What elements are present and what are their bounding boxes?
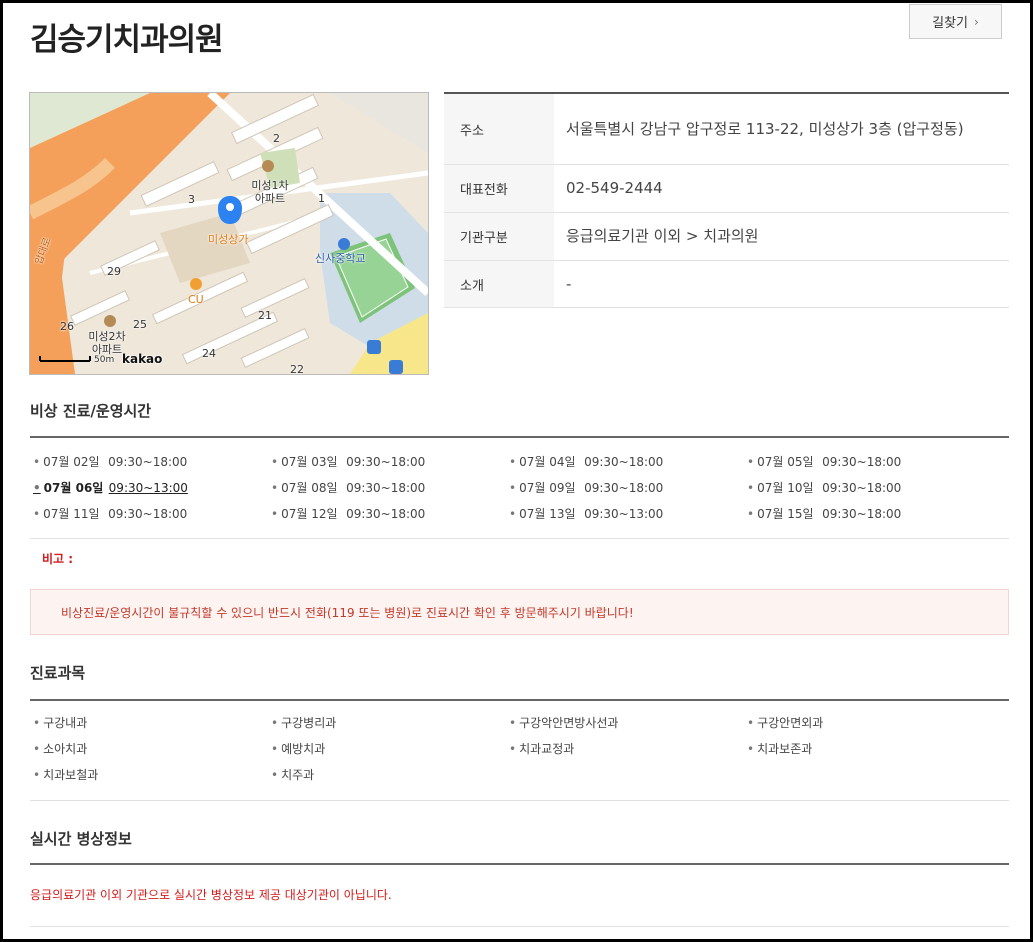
hours-item: • 07월 04일 09:30~18:00 (509, 455, 664, 469)
department-item: • 치주과 (271, 768, 315, 782)
departments-divider (30, 699, 1009, 701)
info-label: 소개 (444, 261, 554, 307)
info-label: 주소 (444, 94, 554, 164)
map-label-2: 2 (273, 132, 280, 145)
info-value-phone[interactable]: 02-549-2444 (554, 165, 1009, 212)
hours-item: • 07월 09일 09:30~18:00 (509, 481, 664, 495)
info-row-intro: 소개 - (444, 261, 1009, 308)
notice-text: 비상진료/운영시간이 불규칙할 수 있으니 반드시 전화(119 또는 병원)로… (61, 605, 634, 620)
info-value-type: 응급의료기관 이외 > 치과의원 (566, 227, 759, 245)
department-item: • 치과보철과 (33, 768, 99, 782)
departments-title: 진료과목 (30, 664, 86, 682)
map-brand: kakao (122, 352, 163, 366)
hours-item: • 07월 02일 09:30~18:00 (33, 455, 188, 469)
map-label-24: 24 (202, 347, 216, 360)
map-label-3: 3 (188, 193, 195, 206)
departments-end-divider (30, 800, 1009, 801)
department-item: • 구강안면외과 (747, 716, 824, 730)
map-label-22: 22 (290, 363, 304, 375)
info-row-phone: 대표전화 02-549-2444 (444, 165, 1009, 213)
hours-divider (30, 436, 1009, 438)
hours-item: • 07월 12일 09:30~18:00 (271, 507, 426, 521)
hours-item: • 07월 13일 09:30~13:00 (509, 507, 664, 521)
info-label: 기관구분 (444, 213, 554, 260)
info-row-type: 기관구분 응급의료기관 이외 > 치과의원 (444, 213, 1009, 261)
map-label-21: 21 (258, 309, 272, 322)
hours-item: • 07월 10일 09:30~18:00 (747, 481, 902, 495)
department-item: • 예방치과 (271, 742, 326, 756)
map-label-29: 29 (107, 265, 121, 278)
map-label-main: 미성상가 (208, 233, 249, 246)
department-item: • 소아치과 (33, 742, 88, 756)
hours-item: • 07월 08일 09:30~18:00 (271, 481, 426, 495)
beds-note: 응급의료기관 이외 기관으로 실시간 병상정보 제공 대상기관이 아닙니다. (30, 888, 392, 902)
beds-end-divider (30, 926, 1009, 927)
map-label-cu: CU (188, 293, 204, 306)
info-value-address: 서울특별시 강남구 압구정로 113-22, 미성상가 3층 (압구정동) (566, 119, 964, 138)
department-item: • 구강악안면방사선과 (509, 716, 619, 730)
remark-label: 비고 : (42, 552, 74, 566)
notice-box: 비상진료/운영시간이 불규칙할 수 있으니 반드시 전화(119 또는 병원)로… (30, 589, 1009, 635)
info-label: 대표전화 (444, 165, 554, 212)
department-item: • 구강병리과 (271, 716, 337, 730)
hours-title: 비상 진료/운영시간 (30, 402, 152, 420)
hours-end-divider (30, 538, 1009, 539)
map-scale-text: 50m (94, 355, 115, 365)
page-title: 김승기치과의원 (30, 22, 224, 58)
hours-item: • 07월 05일 09:30~18:00 (747, 455, 902, 469)
info-value-intro: - (566, 274, 572, 293)
department-item: • 구강내과 (33, 716, 88, 730)
hours-grid: • 07월 02일 09:30~18:00 • 07월 03일 09:30~18:00 … (33, 449, 1009, 527)
location-map[interactable]: 미성상가 미성1차 아파트 신사중학교 CU 미성2차 아파트 29 26 25… (29, 92, 429, 375)
info-row-address: 주소 서울특별시 강남구 압구정로 113-22, 미성상가 3층 (압구정동) (444, 94, 1009, 165)
hours-item: • 07월 15일 09:30~18:00 (747, 507, 902, 521)
map-label-apt1: 미성1차 아파트 (251, 179, 289, 205)
hours-item-today: • 07월 06일 09:30~13:00 (33, 481, 188, 495)
chevron-right-icon: › (974, 14, 979, 29)
hours-item: • 07월 11일 09:30~18:00 (33, 507, 188, 521)
department-item: • 치과보존과 (747, 742, 813, 756)
map-label-26: 26 (60, 320, 74, 333)
beds-divider (30, 863, 1009, 865)
map-label-school: 신사중학교 (315, 252, 366, 265)
route-button-label: 길찾기 (932, 16, 969, 31)
departments-grid: • 구강내과 • 구강병리과 • 구강악안면방사선과 • 구강안면외과 • 소아치과 • 예… (33, 710, 1009, 788)
route-button[interactable]: 길찾기 › (909, 4, 1002, 39)
beds-title: 실시간 병상정보 (30, 830, 132, 848)
info-table: 주소 서울특별시 강남구 압구정로 113-22, 미성상가 3층 (압구정동)… (444, 92, 1009, 308)
map-label-25: 25 (133, 318, 147, 331)
hours-item: • 07월 03일 09:30~18:00 (271, 455, 426, 469)
map-label-1: 1 (318, 192, 325, 205)
department-item: • 치과교정과 (509, 742, 575, 756)
